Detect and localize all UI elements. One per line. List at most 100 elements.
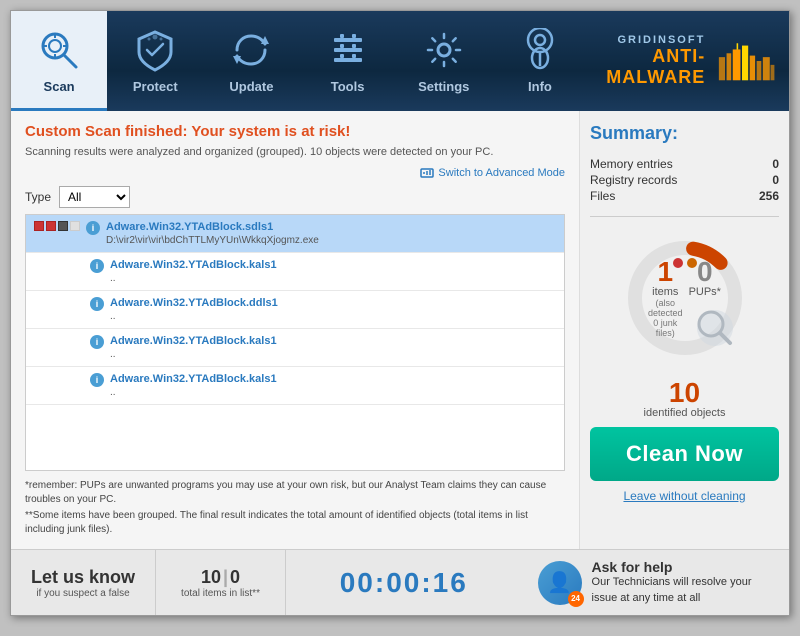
left-panel: Custom Scan finished: Your system is at … <box>11 111 579 549</box>
pups-stat: 0 PUPs* <box>689 258 721 338</box>
footer-timer: 00:00:16 <box>286 567 522 599</box>
footer-count2: 0 <box>230 567 240 588</box>
threat-indicators <box>34 221 80 231</box>
footer-count1: 10 <box>201 567 221 588</box>
footnote2: **Some items have been grouped. The fina… <box>25 509 565 537</box>
chart-area: 1 items (also detected 0 junk files) 0 P… <box>590 233 779 363</box>
footer-items-sub: total items in list** <box>181 588 260 599</box>
result-name: Adware.Win32.YTAdBlock.kals1 <box>110 335 556 347</box>
summary-row-files: Files 256 <box>590 188 779 204</box>
identified-label: identified objects <box>590 407 779 419</box>
tools-icon <box>323 25 373 75</box>
summary-divider <box>590 216 779 217</box>
advanced-mode-icon <box>420 166 434 180</box>
threat-sq-empty <box>70 221 80 231</box>
result-info-icon: i <box>90 335 104 349</box>
result-item[interactable]: i Adware.Win32.YTAdBlock.kals1 .. <box>26 253 564 291</box>
pups-label: PUPs* <box>689 286 721 298</box>
nav-tools[interactable]: Tools <box>300 11 396 111</box>
brand: GRIDINSOFT ANTI-MALWARE <box>588 11 789 111</box>
app-window: Scan Protect <box>10 10 790 616</box>
summary-registry-label: Registry records <box>590 173 677 187</box>
footnote1: *remember: PUPs are unwanted programs yo… <box>25 479 565 507</box>
help-person-icon: 👤 <box>547 570 572 595</box>
nav-info-label: Info <box>528 79 552 94</box>
footer-let-us-know: Let us know if you suspect a false <box>11 550 156 615</box>
nav-info[interactable]: Info <box>492 11 588 111</box>
summary-rows: Memory entries 0 Registry records 0 File… <box>590 156 779 204</box>
result-item[interactable]: i Adware.Win32.YTAdBlock.sdls1 D:\vir2\v… <box>26 215 564 253</box>
result-info-icon: i <box>90 297 104 311</box>
filter-bar: Type All Adware PUP <box>25 186 565 208</box>
result-text: Adware.Win32.YTAdBlock.kals1 .. <box>110 373 556 398</box>
result-item[interactable]: i Adware.Win32.YTAdBlock.kals1 .. <box>26 329 564 367</box>
summary-registry-value: 0 <box>772 173 779 187</box>
result-path: .. <box>110 387 556 398</box>
summary-files-label: Files <box>590 189 615 203</box>
scan-title-risk: Your system is at risk! <box>191 123 350 140</box>
identified-count: 10 <box>590 379 779 407</box>
summary-memory-value: 0 <box>772 157 779 171</box>
nav-update[interactable]: Update <box>203 11 299 111</box>
result-path: .. <box>110 273 556 284</box>
help-text: Our Technicians will resolve your issue … <box>592 575 774 606</box>
main-content: Custom Scan finished: Your system is at … <box>11 111 789 549</box>
help-badge: 24 <box>568 591 584 607</box>
summary-memory-label: Memory entries <box>590 157 673 171</box>
filter-select[interactable]: All Adware PUP <box>59 186 130 208</box>
nav-tools-label: Tools <box>331 79 365 94</box>
items-sub: (also detected 0 junk files) <box>648 298 683 338</box>
footer-items-count: 10 | 0 total items in list** <box>156 550 286 615</box>
result-path: .. <box>110 311 556 322</box>
result-name: Adware.Win32.YTAdBlock.kals1 <box>110 259 556 271</box>
brand-text: GRIDINSOFT ANTI-MALWARE <box>588 34 705 88</box>
brand-bottom: ANTI-MALWARE <box>588 46 705 88</box>
items-stat: 1 items (also detected 0 junk files) <box>648 258 683 338</box>
result-info-icon: i <box>86 221 100 235</box>
brand-city-icon <box>715 36 777 86</box>
brand-top: GRIDINSOFT <box>588 34 705 46</box>
summary-title: Summary: <box>590 123 779 144</box>
nav-scan[interactable]: Scan <box>11 11 107 111</box>
footnotes: *remember: PUPs are unwanted programs yo… <box>25 479 565 537</box>
result-name: Adware.Win32.YTAdBlock.kals1 <box>110 373 556 385</box>
items-label: items <box>648 286 683 298</box>
pups-count: 0 <box>689 258 721 286</box>
nav-settings-label: Settings <box>418 79 469 94</box>
clean-now-button[interactable]: Clean Now <box>590 427 779 481</box>
right-panel: Summary: Memory entries 0 Registry recor… <box>579 111 789 549</box>
donut-chart: 1 items (also detected 0 junk files) 0 P… <box>620 233 750 363</box>
footer-help: 👤 24 Ask for help Our Technicians will r… <box>522 559 790 606</box>
threat-sq-red2 <box>46 221 56 231</box>
result-path: .. <box>110 349 556 360</box>
scan-subtitle: Scanning results were analyzed and organ… <box>25 146 565 158</box>
help-text-block: Ask for help Our Technicians will resolv… <box>592 559 774 606</box>
result-text: Adware.Win32.YTAdBlock.sdls1 D:\vir2\vir… <box>106 221 556 246</box>
identified-block: 10 identified objects <box>590 379 779 419</box>
scan-title: Custom Scan finished: Your system is at … <box>25 123 565 140</box>
nav-scan-label: Scan <box>44 79 75 94</box>
scan-icon <box>34 25 84 75</box>
result-item[interactable]: i Adware.Win32.YTAdBlock.kals1 .. <box>26 367 564 405</box>
advanced-mode-label: Switch to Advanced Mode <box>438 167 565 179</box>
result-item[interactable]: i Adware.Win32.YTAdBlock.ddls1 .. <box>26 291 564 329</box>
nav-update-label: Update <box>229 79 273 94</box>
summary-row-memory: Memory entries 0 <box>590 156 779 172</box>
footer-let-us-know-title: Let us know <box>31 567 135 588</box>
summary-files-value: 256 <box>759 189 779 203</box>
result-name: Adware.Win32.YTAdBlock.sdls1 <box>106 221 556 233</box>
result-path: D:\vir2\vir\vir\bdChTTLMyYUn\WkkqXjogmz.… <box>106 235 556 246</box>
advanced-mode-link[interactable]: Switch to Advanced Mode <box>25 166 565 180</box>
nav-settings[interactable]: Settings <box>396 11 492 111</box>
items-count: 1 <box>648 258 683 286</box>
threat-sq-dark <box>58 221 68 231</box>
results-list[interactable]: i Adware.Win32.YTAdBlock.sdls1 D:\vir2\v… <box>25 214 565 471</box>
result-name: Adware.Win32.YTAdBlock.ddls1 <box>110 297 556 309</box>
nav-protect[interactable]: Protect <box>107 11 203 111</box>
leave-without-cleaning-link[interactable]: Leave without cleaning <box>590 489 779 503</box>
help-title: Ask for help <box>592 559 774 575</box>
footer-items-numbers: 10 | 0 <box>201 567 240 588</box>
settings-icon <box>419 25 469 75</box>
summary-row-registry: Registry records 0 <box>590 172 779 188</box>
help-icon: 👤 24 <box>538 561 582 605</box>
